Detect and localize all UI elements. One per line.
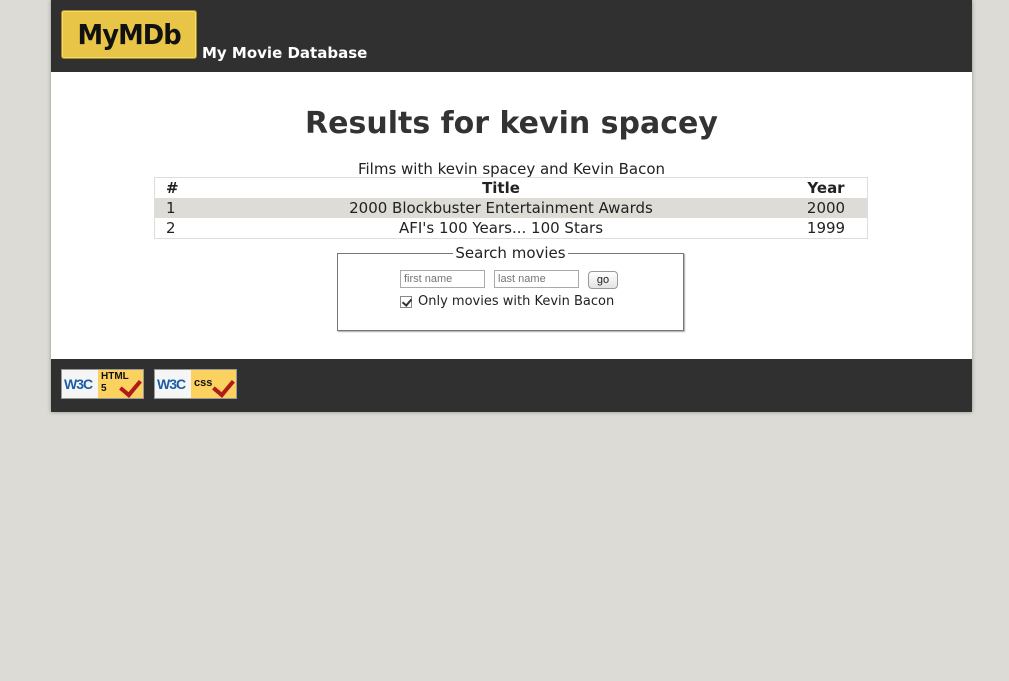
bacon-filter-row[interactable]: Only movies with Kevin Bacon <box>400 294 614 309</box>
first-name-input[interactable] <box>400 270 485 288</box>
row-year: 2000 <box>785 198 868 218</box>
badge-label: HTML <box>101 371 129 382</box>
row-title: 2000 Blockbuster Entertainment Awards <box>217 198 785 218</box>
table-row: 1 2000 Blockbuster Entertainment Awards … <box>154 198 868 218</box>
bacon-checkbox-label: Only movies with Kevin Bacon <box>418 294 615 309</box>
table-header-row: # Title Year <box>155 178 868 199</box>
table-row: 2 AFI's 100 Years... 100 Stars 1999 <box>155 218 868 239</box>
search-legend-text: Search movies <box>453 244 568 262</box>
banner: MyMDb My Movie Database <box>51 0 972 72</box>
table-caption: Films with kevin spacey and Kevin Bacon <box>357 160 666 178</box>
row-number: 2 <box>166 219 176 237</box>
row-year: 1999 <box>806 219 846 237</box>
w3c-logo-text: W3C <box>64 376 93 392</box>
row-title: AFI's 100 Years... 100 Stars <box>398 219 604 237</box>
footer: W3C HTML 5 W3C css <box>51 359 972 412</box>
row-number: 1 <box>154 198 217 218</box>
w3c-html5-badge[interactable]: W3C HTML 5 <box>61 369 144 399</box>
column-header-title: Title <box>482 179 520 197</box>
search-form: Search movies go Only movies with Kevin … <box>337 244 684 331</box>
page-frame: MyMDb My Movie Database Results for kevi… <box>51 0 972 412</box>
bacon-checkbox[interactable] <box>400 295 412 308</box>
w3c-logo-text: W3C <box>157 376 186 392</box>
badge-label: css <box>194 377 213 389</box>
go-button[interactable]: go <box>588 271 618 289</box>
column-header-year: Year <box>807 179 845 197</box>
site-tagline: My Movie Database <box>202 44 368 62</box>
column-header-number: # <box>166 179 179 197</box>
mymdb-logo[interactable]: MyMDb <box>61 10 197 59</box>
badge-version: 5 <box>101 383 107 394</box>
w3c-css-badge[interactable]: W3C css <box>154 369 237 399</box>
page-title: Results for kevin spacey <box>305 106 718 141</box>
logo-text: MyMDb <box>77 18 181 51</box>
results-table: # Title Year 1 2000 Blockbuster Entertai… <box>154 177 868 239</box>
main-content: Results for kevin spacey Films with kevi… <box>51 72 972 359</box>
last-name-input[interactable] <box>494 270 579 288</box>
search-legend: Search movies <box>338 244 683 262</box>
